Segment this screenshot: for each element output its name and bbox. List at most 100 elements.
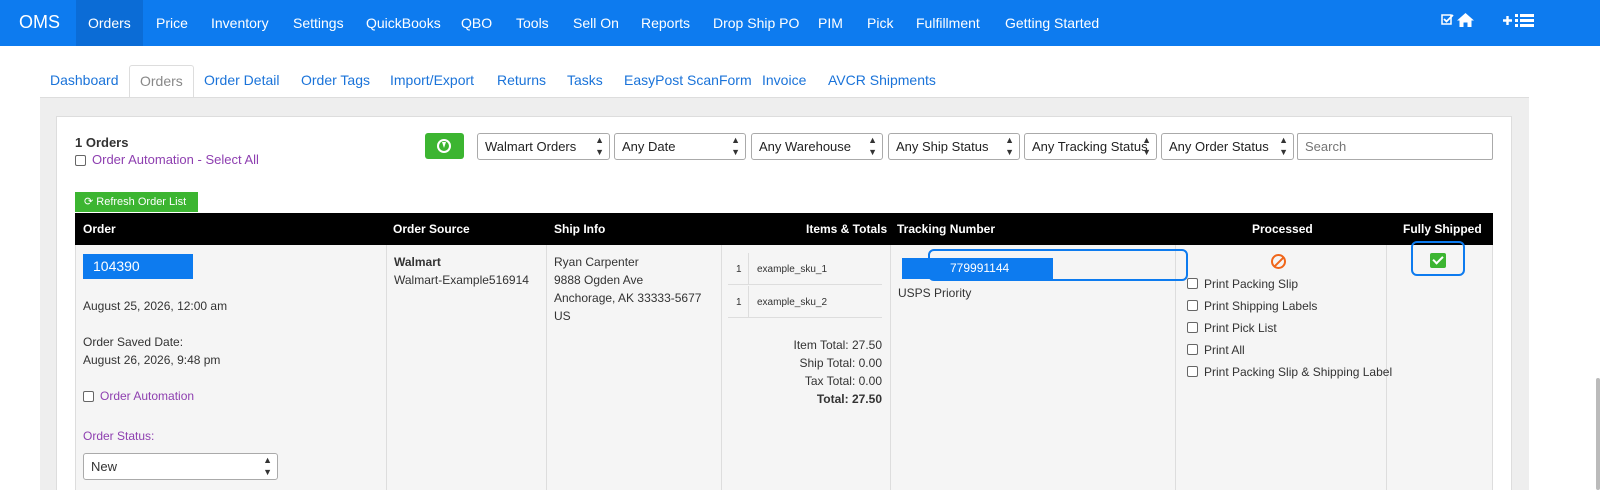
ship-status-filter-value: Any Ship Status <box>896 139 989 154</box>
print-all-checkbox[interactable] <box>1187 344 1198 355</box>
tab-dashboard[interactable]: Dashboard <box>40 65 129 98</box>
grand-total: Total: 27.50 <box>816 392 882 406</box>
order-number-link[interactable]: 104390 <box>83 254 193 279</box>
nav-tools[interactable]: Tools <box>504 0 561 46</box>
ship-city: Anchorage, AK 33333-5677 <box>554 291 702 305</box>
select-arrows-icon: ▲ ▼ <box>1142 135 1151 157</box>
nav-quickbooks[interactable]: QuickBooks <box>354 0 453 46</box>
item-total: Item Total: 27.50 <box>793 338 883 352</box>
order-date: August 25, 2026, 12:00 am <box>83 299 228 313</box>
item-row: 1 example_sku_1 <box>728 253 882 285</box>
nav-drop-ship-po[interactable]: Drop Ship PO <box>701 0 811 46</box>
tab-easypost-scanform[interactable]: EasyPost ScanForm <box>614 65 762 98</box>
col-processed: Processed <box>1252 222 1313 236</box>
order-saved-date: August 26, 2026, 9:48 pm <box>83 353 221 367</box>
tab-invoice[interactable]: Invoice <box>752 65 816 98</box>
nav-reports[interactable]: Reports <box>629 0 702 46</box>
print-packing-slip-checkbox[interactable] <box>1187 278 1198 289</box>
refresh-label: Refresh Order List <box>96 196 187 208</box>
source-filter-value: Walmart Orders <box>485 139 577 154</box>
item-sku: example_sku_2 <box>757 297 828 308</box>
carrier-service: USPS Priority <box>898 286 972 300</box>
ship-country: US <box>554 309 571 323</box>
order-automation-link[interactable]: Order Automation <box>100 389 194 403</box>
ship-status-filter-select[interactable]: Any Ship Status ▲ ▼ <box>888 133 1020 160</box>
item-qty: 1 <box>736 264 742 275</box>
print-pick-list-checkbox[interactable] <box>1187 322 1198 333</box>
checkbox-icon[interactable] <box>1441 13 1454 26</box>
item-divider <box>748 253 749 285</box>
tab-import-export[interactable]: Import/Export <box>380 65 484 98</box>
not-processed-icon[interactable] <box>1271 254 1286 269</box>
print-pick-list-label: Print Pick List <box>1204 321 1277 335</box>
item-row: 1 example_sku_2 <box>728 286 882 318</box>
col-items-totals: Items & Totals <box>806 222 888 236</box>
refresh-order-list-button[interactable]: ⟳ Refresh Order List <box>75 192 198 212</box>
order-source-name: Walmart <box>394 255 441 269</box>
page-scrollbar[interactable] <box>1596 378 1600 490</box>
item-divider <box>748 286 749 318</box>
nav-getting-started[interactable]: Getting Started <box>993 0 1111 46</box>
print-packing-slip-label: Print Packing Slip <box>1204 277 1299 291</box>
tracking-status-filter-select[interactable]: Any Tracking Status ▲ ▼ <box>1024 133 1157 160</box>
nav-pick[interactable]: Pick <box>855 0 905 46</box>
tracking-status-filter-value: Any Tracking Status <box>1032 139 1148 154</box>
select-arrows-icon: ▲ ▼ <box>263 455 272 477</box>
download-button[interactable] <box>425 133 464 159</box>
select-all-checkbox[interactable] <box>75 155 86 166</box>
nav-settings[interactable]: Settings <box>281 0 356 46</box>
date-filter-select[interactable]: Any Date ▲ ▼ <box>614 133 746 160</box>
tab-order-detail[interactable]: Order Detail <box>194 65 289 98</box>
date-filter-value: Any Date <box>622 139 676 154</box>
order-status-select[interactable]: New ▲ ▼ <box>83 453 278 480</box>
source-filter-select[interactable]: Walmart Orders ▲ ▼ <box>477 133 610 160</box>
select-all-link[interactable]: Order Automation - Select All <box>92 152 259 167</box>
home-icon[interactable] <box>1457 13 1474 27</box>
tab-returns[interactable]: Returns <box>487 65 556 98</box>
cell-tracking <box>890 245 1175 490</box>
select-arrows-icon: ▲ ▼ <box>1005 135 1014 157</box>
cell-fully-shipped <box>1386 245 1493 490</box>
warehouse-filter-select[interactable]: Any Warehouse ▲ ▼ <box>751 133 883 160</box>
nav-fulfillment[interactable]: Fulfillment <box>904 0 992 46</box>
tab-tasks[interactable]: Tasks <box>557 65 613 98</box>
col-order-source: Order Source <box>393 222 470 236</box>
select-arrows-icon: ▲ ▼ <box>595 135 604 157</box>
brand-logo[interactable]: OMS <box>19 12 60 33</box>
print-slip-and-label-checkbox[interactable] <box>1187 366 1198 377</box>
item-sku: example_sku_1 <box>757 264 828 275</box>
nav-pim[interactable]: PIM <box>806 0 855 46</box>
order-status-filter-select[interactable]: Any Order Status ▲ ▼ <box>1161 133 1294 160</box>
warehouse-filter-value: Any Warehouse <box>759 139 852 154</box>
tab-avcr-shipments[interactable]: AVCR Shipments <box>818 65 946 98</box>
add-list-icon[interactable] <box>1503 13 1535 28</box>
order-saved-label: Order Saved Date: <box>83 335 184 349</box>
download-icon <box>437 139 451 153</box>
nav-orders[interactable]: Orders <box>76 0 143 46</box>
nav-price[interactable]: Price <box>144 0 200 46</box>
search-input[interactable] <box>1297 133 1493 160</box>
print-slip-and-label-label: Print Packing Slip & Shipping Label <box>1204 365 1393 379</box>
print-shipping-labels-label: Print Shipping Labels <box>1204 299 1318 313</box>
order-automation-checkbox[interactable] <box>83 391 94 402</box>
ship-name: Ryan Carpenter <box>554 255 639 269</box>
print-shipping-labels-checkbox[interactable] <box>1187 300 1198 311</box>
orders-table-header: Order Order Source Ship Info Items & Tot… <box>75 213 1493 245</box>
tab-order-tags[interactable]: Order Tags <box>291 65 380 98</box>
fully-shipped-highlight <box>1411 241 1465 276</box>
select-arrows-icon: ▲ ▼ <box>1279 135 1288 157</box>
orders-count: 1 Orders <box>75 135 129 150</box>
tab-orders[interactable]: Orders <box>129 65 194 98</box>
refresh-icon: ⟳ <box>84 196 94 208</box>
nav-qbo[interactable]: QBO <box>449 0 504 46</box>
tax-total: Tax Total: 0.00 <box>804 374 882 388</box>
order-status-value: New <box>91 459 118 474</box>
top-navbar: OMS Orders Price Inventory Settings Quic… <box>0 0 1600 46</box>
nav-sell-on[interactable]: Sell On <box>561 0 631 46</box>
col-ship-info: Ship Info <box>554 222 606 236</box>
tracking-highlight <box>928 249 1188 281</box>
nav-inventory[interactable]: Inventory <box>199 0 281 46</box>
select-arrows-icon: ▲ ▼ <box>731 135 740 157</box>
select-arrows-icon: ▲ ▼ <box>868 135 877 157</box>
order-status-label: Order Status: <box>83 429 155 443</box>
